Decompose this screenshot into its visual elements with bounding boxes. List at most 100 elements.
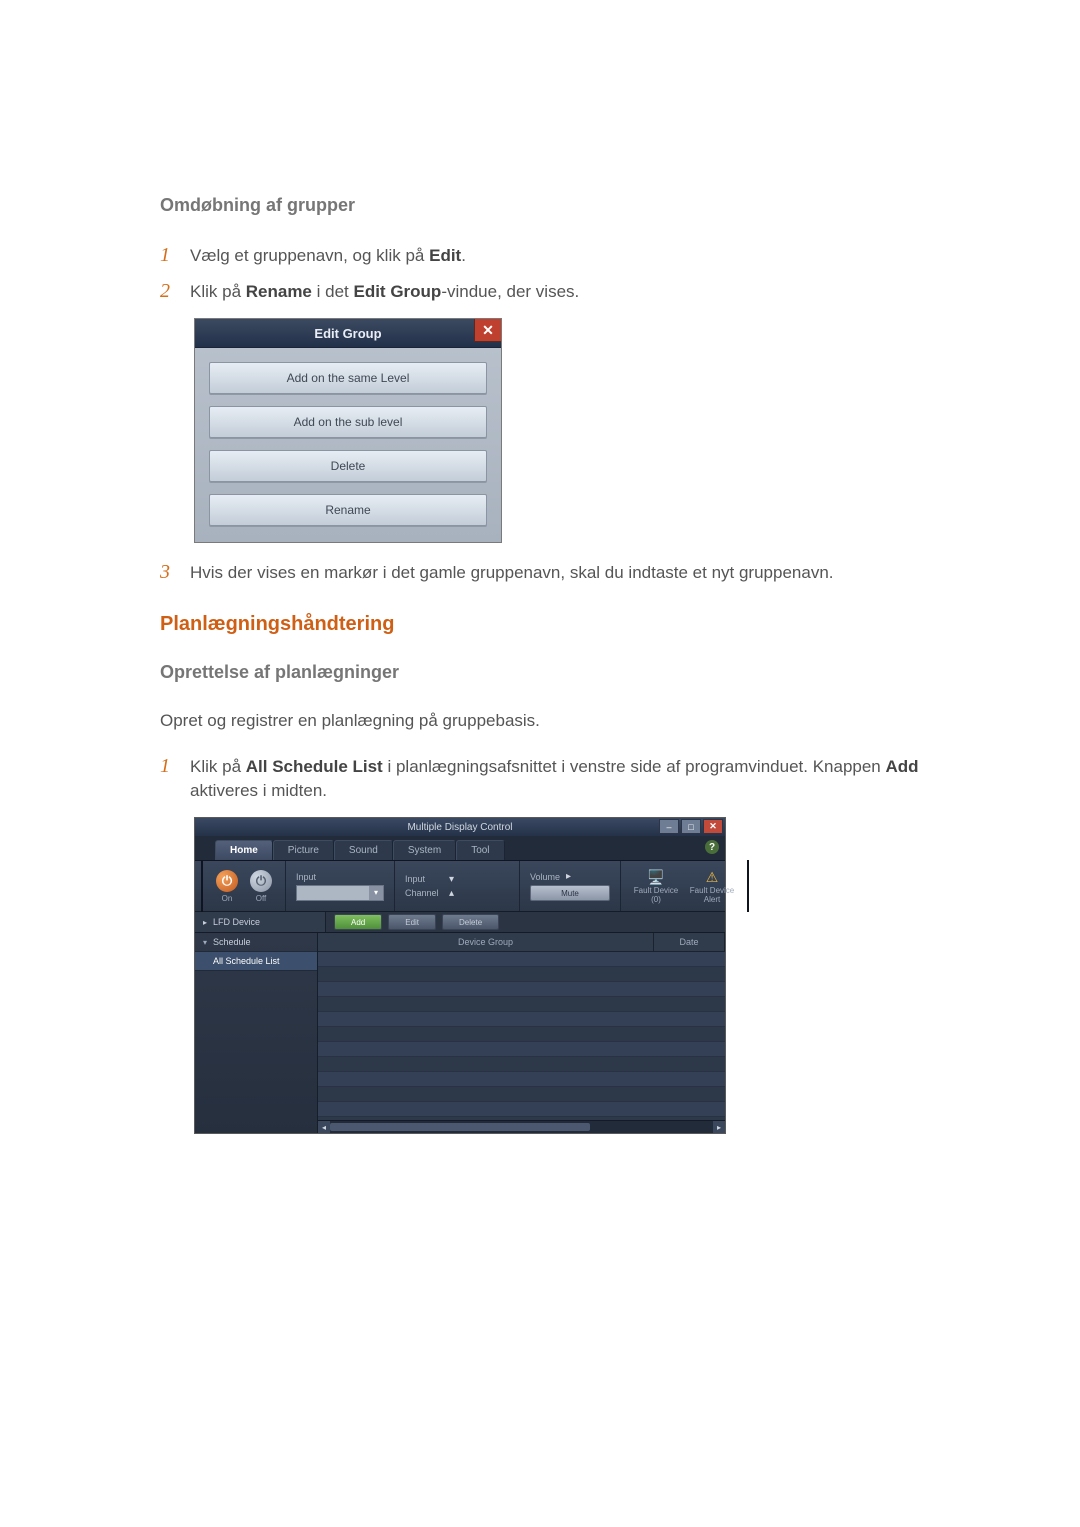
scroll-thumb[interactable]	[330, 1123, 590, 1131]
col-date[interactable]: Date	[654, 933, 725, 951]
step-number: 1	[160, 755, 190, 777]
add-sub-level-button[interactable]: Add on the sub level	[209, 406, 487, 438]
grid-row	[318, 1027, 725, 1042]
steps-rename-list: 1 Vælg et gruppenavn, og klik på Edit. 2…	[160, 244, 920, 304]
ribbon-group-volume: Volume ▸ Mute	[520, 861, 621, 911]
step-3: 3 Hvis der vises en markør i det gamle g…	[160, 561, 920, 585]
grid-row	[318, 1072, 725, 1087]
input-label2: Input	[405, 874, 443, 884]
tree-section-lfd[interactable]: ▸ LFD Device	[195, 912, 326, 932]
mdc-window: Multiple Display Control – □ ✕ ? Home Pi…	[194, 817, 726, 1134]
grid-row	[318, 952, 725, 967]
mdc-tree: ▾ Schedule All Schedule List	[195, 933, 318, 1133]
window-maximize-button[interactable]: □	[681, 819, 701, 834]
power-off-label: Off	[256, 894, 267, 903]
add-button[interactable]: Add	[334, 914, 382, 930]
add-same-level-button[interactable]: Add on the same Level	[209, 362, 487, 394]
step-text: Klik på All Schedule List i planlægnings…	[190, 755, 920, 803]
kw-add: Add	[885, 757, 918, 776]
input-dropdown2[interactable]: ▾	[449, 874, 509, 885]
channel-label: Channel	[405, 888, 443, 898]
grid-row	[318, 967, 725, 982]
mdc-ribbon: ⏻ On ⏻ Off Input ▾	[195, 861, 725, 912]
action-buttons: Add Edit Delete	[326, 914, 499, 930]
ribbon-group-input: Input ▾	[286, 861, 395, 911]
dialog-body: Add on the same Level Add on the sub lev…	[195, 348, 501, 542]
steps-schedule-list: 1 Klik på All Schedule List i planlægnin…	[160, 755, 920, 803]
rename-button[interactable]: Rename	[209, 494, 487, 526]
fault-alert-button[interactable]: ⚠ Fault Device Alert	[687, 868, 737, 904]
input-dropdown[interactable]: ▾	[296, 885, 384, 901]
scroll-track[interactable]	[330, 1121, 713, 1133]
grid-row	[318, 982, 725, 997]
tab-home[interactable]: Home	[215, 840, 273, 860]
mdc-titlebar: Multiple Display Control – □ ✕	[195, 818, 725, 836]
spinner-icon: ▴	[449, 888, 509, 899]
volume-label: Volume	[530, 872, 560, 882]
edit-group-dialog-figure: Edit Group ✕ Add on the same Level Add o…	[194, 318, 920, 543]
chevron-down-icon: ▾	[203, 938, 213, 947]
kw-edit: Edit	[429, 246, 461, 265]
mute-button[interactable]: Mute	[530, 885, 610, 901]
intro-text: Opret og registrer en planlægning på gru…	[160, 711, 920, 731]
text: Klik på	[190, 282, 246, 301]
ribbon-group-input2: Input ▾ Channel ▴	[395, 861, 520, 911]
mdc-tabs: Home Picture Sound System Tool	[195, 836, 725, 861]
step-number: 1	[160, 244, 190, 266]
dialog-title: Edit Group	[314, 326, 381, 341]
steps-rename-list-cont: 3 Hvis der vises en markør i det gamle g…	[160, 561, 920, 585]
tab-system[interactable]: System	[393, 840, 456, 860]
tab-sound[interactable]: Sound	[334, 840, 393, 860]
ribbon-group-fault: 🖥️ Fault Device (0) ⚠ Fault Device Alert	[621, 861, 747, 911]
fault-device-button[interactable]: 🖥️ Fault Device (0)	[631, 868, 681, 904]
col-device-group[interactable]: Device Group	[318, 933, 654, 951]
dialog-close-button[interactable]: ✕	[474, 319, 501, 342]
power-on-button[interactable]: ⏻ On	[213, 868, 241, 904]
channel-spinner[interactable]: ▴	[449, 888, 509, 899]
grid-body	[318, 952, 725, 1120]
ribbon-scroll-right[interactable]	[747, 860, 749, 912]
grid-row	[318, 1057, 725, 1072]
edit-button[interactable]: Edit	[388, 914, 436, 930]
volume-input[interactable]: ▸	[566, 871, 610, 882]
spinner-icon: ▸	[566, 871, 610, 882]
grid-row	[318, 1042, 725, 1057]
grid-row	[318, 1102, 725, 1117]
heading-create-schedules: Oprettelse af planlægninger	[160, 662, 920, 683]
tree-node-schedule[interactable]: ▾ Schedule	[195, 933, 317, 952]
step-text: Hvis der vises en markør i det gamle gru…	[190, 561, 834, 585]
heading-schedule-management: Planlægningshåndtering	[160, 613, 920, 636]
chevron-down-icon: ▾	[449, 874, 509, 885]
power-on-icon: ⏻	[216, 870, 238, 892]
delete-button[interactable]: Delete	[442, 914, 499, 930]
window-minimize-button[interactable]: –	[659, 819, 679, 834]
input-field: Input ▾	[296, 872, 384, 901]
tab-picture[interactable]: Picture	[273, 840, 334, 860]
text: .	[461, 246, 466, 265]
mdc-action-row: ▸ LFD Device Add Edit Delete	[195, 912, 725, 933]
step-text: Klik på Rename i det Edit Group-vindue, …	[190, 280, 579, 304]
delete-button[interactable]: Delete	[209, 450, 487, 482]
text: Vælg et gruppenavn, og klik på	[190, 246, 429, 265]
grid-row	[318, 1012, 725, 1027]
step-2: 2 Klik på Rename i det Edit Group-vindue…	[160, 280, 920, 304]
window-close-button[interactable]: ✕	[703, 819, 723, 834]
text: i det	[312, 282, 354, 301]
power-off-button[interactable]: ⏻ Off	[247, 868, 275, 904]
window-buttons: – □ ✕	[659, 819, 723, 834]
step-number: 3	[160, 561, 190, 583]
mdc-grid: Device Group Date	[318, 933, 725, 1133]
text: Klik på	[190, 757, 246, 776]
mdc-main: ▾ Schedule All Schedule List Device Grou…	[195, 933, 725, 1133]
tab-tool[interactable]: Tool	[456, 840, 504, 860]
scroll-left-button[interactable]: ◂	[318, 1121, 330, 1133]
scroll-right-button[interactable]: ▸	[713, 1121, 725, 1133]
power-off-icon: ⏻	[250, 870, 272, 892]
kw-rename: Rename	[246, 282, 312, 301]
tree-lfd-label: LFD Device	[213, 917, 260, 927]
fault-device-label: Fault Device (0)	[631, 886, 681, 904]
help-button[interactable]: ?	[705, 840, 719, 854]
chevron-right-icon: ▸	[203, 918, 213, 927]
tree-node-all-schedule-list[interactable]: All Schedule List	[195, 952, 317, 971]
text: -vindue, der vises.	[441, 282, 579, 301]
